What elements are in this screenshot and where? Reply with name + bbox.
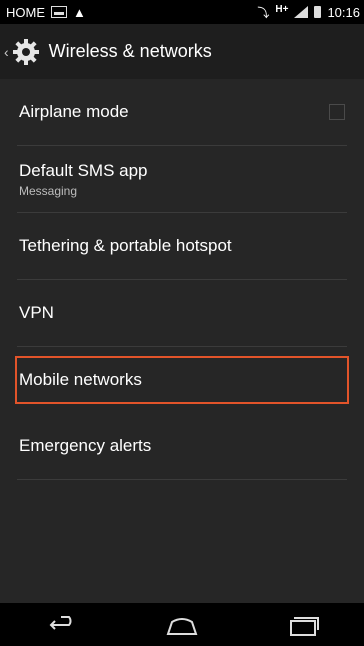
- screen: HOME ▲ ⤵ H+ 10:16 ‹ Wireless & networks …: [0, 0, 364, 646]
- item-summary: Messaging: [19, 183, 78, 198]
- status-bar: HOME ▲ ⤵ H+ 10:16: [0, 0, 364, 24]
- back-icon[interactable]: [41, 612, 81, 638]
- list-item-emergency-alerts[interactable]: Emergency alerts: [17, 413, 347, 480]
- list-item-airplane-mode[interactable]: Airplane mode: [17, 79, 347, 146]
- picture-notification-icon: [51, 6, 67, 18]
- list-item-vpn[interactable]: VPN: [17, 280, 347, 347]
- settings-list: Airplane mode Default SMS app Messaging …: [0, 79, 364, 480]
- item-title: Airplane mode: [19, 102, 129, 121]
- list-item-mobile-networks[interactable]: Mobile networks: [15, 356, 349, 404]
- item-title: Default SMS app: [19, 160, 148, 180]
- network-type: H+: [275, 3, 289, 15]
- home-icon[interactable]: [162, 612, 202, 638]
- gear-icon[interactable]: [11, 37, 41, 67]
- carrier-label: HOME: [6, 4, 45, 20]
- navigation-bar: [0, 603, 364, 646]
- clock: 10:16: [327, 4, 360, 20]
- airplane-mode-checkbox[interactable]: [329, 104, 345, 120]
- signal-icon: [294, 6, 309, 18]
- item-title: VPN: [19, 303, 54, 322]
- list-item-default-sms-app[interactable]: Default SMS app Messaging: [17, 146, 347, 213]
- page-title: Wireless & networks: [48, 41, 212, 61]
- recent-apps-icon[interactable]: [283, 612, 323, 638]
- item-title: Mobile networks: [19, 370, 142, 389]
- action-bar: ‹ Wireless & networks: [0, 24, 364, 79]
- list-item-tethering[interactable]: Tethering & portable hotspot: [17, 213, 347, 280]
- rotation-icon: ⤵: [257, 5, 270, 20]
- status-left: HOME ▲: [0, 5, 86, 20]
- item-title: Tethering & portable hotspot: [19, 236, 232, 255]
- battery-icon: [314, 6, 322, 18]
- up-caret-icon[interactable]: ‹: [4, 44, 9, 60]
- item-title: Emergency alerts: [19, 436, 152, 455]
- warning-icon: ▲: [73, 4, 86, 20]
- status-right: ⤵ H+ 10:16: [257, 0, 360, 24]
